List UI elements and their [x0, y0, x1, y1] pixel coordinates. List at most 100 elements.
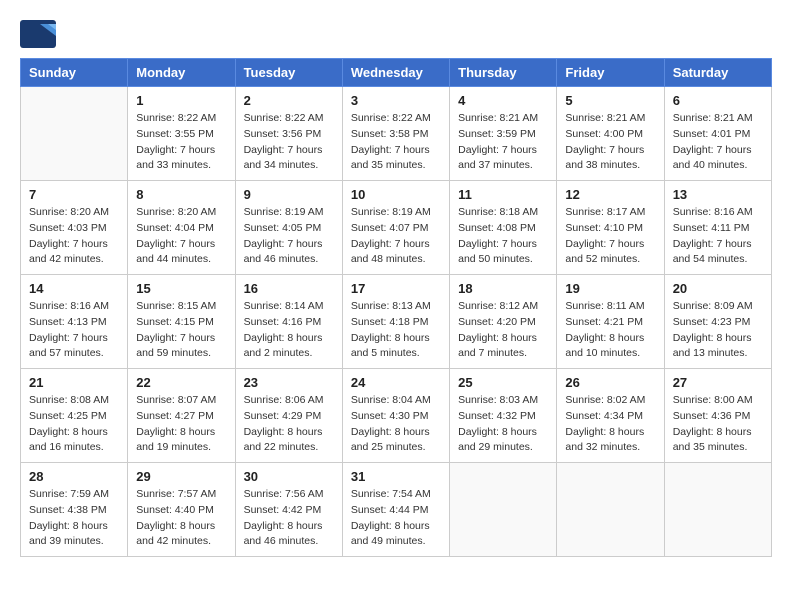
day-info: Sunrise: 8:18 AM Sunset: 4:08 PM Dayligh… [458, 205, 548, 268]
calendar-cell: 1 Sunrise: 8:22 AM Sunset: 3:55 PM Daylig… [128, 87, 235, 181]
calendar-cell: 9 Sunrise: 8:19 AM Sunset: 4:05 PM Daylig… [235, 181, 342, 275]
day-info: Sunrise: 8:19 AM Sunset: 4:07 PM Dayligh… [351, 205, 441, 268]
day-number: 18 [458, 281, 548, 296]
calendar-cell: 15 Sunrise: 8:15 AM Sunset: 4:15 PM Dayli… [128, 275, 235, 369]
calendar-cell: 2 Sunrise: 8:22 AM Sunset: 3:56 PM Daylig… [235, 87, 342, 181]
calendar-cell: 16Sunrise: 8:14 AM Sunset: 4:16 PM Dayli… [235, 275, 342, 369]
calendar-cell: 22 Sunrise: 8:07 AM Sunset: 4:27 PM Dayli… [128, 369, 235, 463]
day-info: Sunrise: 8:13 AM Sunset: 4:18 PM Dayligh… [351, 299, 441, 362]
day-info: Sunrise: 8:22 AM Sunset: 3:58 PM Dayligh… [351, 111, 441, 174]
day-info: Sunrise: 7:54 AM Sunset: 4:44 PM Dayligh… [351, 487, 441, 550]
day-info: Sunrise: 8:00 AM Sunset: 4:36 PM Dayligh… [673, 393, 763, 456]
day-number: 30 [244, 469, 334, 484]
calendar-cell: 21 Sunrise: 8:08 AM Sunset: 4:25 PM Dayli… [21, 369, 128, 463]
day-info: Sunrise: 8:19 AM Sunset: 4:05 PM Dayligh… [244, 205, 334, 268]
day-info: Sunrise: 8:16 AM Sunset: 4:11 PM Dayligh… [673, 205, 763, 268]
day-info: Sunrise: 8:03 AM Sunset: 4:32 PM Dayligh… [458, 393, 548, 456]
calendar-cell: 14 Sunrise: 8:16 AM Sunset: 4:13 PM Dayli… [21, 275, 128, 369]
day-number: 3 [351, 93, 441, 108]
day-info: Sunrise: 8:22 AM Sunset: 3:56 PM Dayligh… [244, 111, 334, 174]
calendar-cell: 5 Sunrise: 8:21 AM Sunset: 4:00 PM Daylig… [557, 87, 664, 181]
day-info: Sunrise: 8:15 AM Sunset: 4:15 PM Dayligh… [136, 299, 226, 362]
calendar-cell: 20 Sunrise: 8:09 AM Sunset: 4:23 PM Dayli… [664, 275, 771, 369]
calendar-week-row: 28 Sunrise: 7:59 AM Sunset: 4:38 PM Dayli… [21, 463, 772, 557]
day-number: 26 [565, 375, 655, 390]
calendar-cell [664, 463, 771, 557]
day-number: 13 [673, 187, 763, 202]
day-info: Sunrise: 8:06 AM Sunset: 4:29 PM Dayligh… [244, 393, 334, 456]
calendar-cell: 25 Sunrise: 8:03 AM Sunset: 4:32 PM Dayli… [450, 369, 557, 463]
day-info: Sunrise: 8:22 AM Sunset: 3:55 PM Dayligh… [136, 111, 226, 174]
day-info: Sunrise: 8:04 AM Sunset: 4:30 PM Dayligh… [351, 393, 441, 456]
day-number: 9 [244, 187, 334, 202]
day-info: Sunrise: 8:17 AM Sunset: 4:10 PM Dayligh… [565, 205, 655, 268]
calendar-cell: 28 Sunrise: 7:59 AM Sunset: 4:38 PM Dayli… [21, 463, 128, 557]
day-number: 25 [458, 375, 548, 390]
day-info: Sunrise: 8:12 AM Sunset: 4:20 PM Dayligh… [458, 299, 548, 362]
day-number: 27 [673, 375, 763, 390]
day-number: 29 [136, 469, 226, 484]
day-info: Sunrise: 7:59 AM Sunset: 4:38 PM Dayligh… [29, 487, 119, 550]
calendar-week-row: 1 Sunrise: 8:22 AM Sunset: 3:55 PM Daylig… [21, 87, 772, 181]
day-number: 10 [351, 187, 441, 202]
day-number: 22 [136, 375, 226, 390]
header-day: Tuesday [235, 59, 342, 87]
calendar-week-row: 21 Sunrise: 8:08 AM Sunset: 4:25 PM Dayli… [21, 369, 772, 463]
day-info: Sunrise: 8:08 AM Sunset: 4:25 PM Dayligh… [29, 393, 119, 456]
header-row: SundayMondayTuesdayWednesdayThursdayFrid… [21, 59, 772, 87]
day-number: 17 [351, 281, 441, 296]
calendar-cell: 8Sunrise: 8:20 AM Sunset: 4:04 PM Daylig… [128, 181, 235, 275]
day-info: Sunrise: 8:20 AM Sunset: 4:03 PM Dayligh… [29, 205, 119, 268]
header-day: Wednesday [342, 59, 449, 87]
calendar-cell: 27 Sunrise: 8:00 AM Sunset: 4:36 PM Dayli… [664, 369, 771, 463]
day-number: 5 [565, 93, 655, 108]
day-info: Sunrise: 7:57 AM Sunset: 4:40 PM Dayligh… [136, 487, 226, 550]
day-number: 2 [244, 93, 334, 108]
calendar-table: SundayMondayTuesdayWednesdayThursdayFrid… [20, 58, 772, 557]
day-info: Sunrise: 8:21 AM Sunset: 4:00 PM Dayligh… [565, 111, 655, 174]
header-day: Monday [128, 59, 235, 87]
day-number: 21 [29, 375, 119, 390]
day-info: Sunrise: 8:09 AM Sunset: 4:23 PM Dayligh… [673, 299, 763, 362]
header-day: Thursday [450, 59, 557, 87]
day-number: 20 [673, 281, 763, 296]
day-number: 16 [244, 281, 334, 296]
page-header [20, 20, 772, 48]
day-number: 11 [458, 187, 548, 202]
day-number: 15 [136, 281, 226, 296]
calendar-cell: 13 Sunrise: 8:16 AM Sunset: 4:11 PM Dayli… [664, 181, 771, 275]
day-number: 1 [136, 93, 226, 108]
calendar-cell [21, 87, 128, 181]
calendar-cell: 18 Sunrise: 8:12 AM Sunset: 4:20 PM Dayli… [450, 275, 557, 369]
calendar-cell: 6 Sunrise: 8:21 AM Sunset: 4:01 PM Daylig… [664, 87, 771, 181]
logo-icon [20, 20, 56, 48]
calendar-cell: 30 Sunrise: 7:56 AM Sunset: 4:42 PM Dayli… [235, 463, 342, 557]
day-number: 12 [565, 187, 655, 202]
header-day: Friday [557, 59, 664, 87]
calendar-cell [557, 463, 664, 557]
calendar-cell: 10 Sunrise: 8:19 AM Sunset: 4:07 PM Dayli… [342, 181, 449, 275]
day-info: Sunrise: 8:21 AM Sunset: 4:01 PM Dayligh… [673, 111, 763, 174]
calendar-cell: 29 Sunrise: 7:57 AM Sunset: 4:40 PM Dayli… [128, 463, 235, 557]
calendar-cell: 26 Sunrise: 8:02 AM Sunset: 4:34 PM Dayli… [557, 369, 664, 463]
calendar-cell: 24Sunrise: 8:04 AM Sunset: 4:30 PM Dayli… [342, 369, 449, 463]
day-info: Sunrise: 8:21 AM Sunset: 3:59 PM Dayligh… [458, 111, 548, 174]
day-number: 28 [29, 469, 119, 484]
day-number: 14 [29, 281, 119, 296]
day-info: Sunrise: 7:56 AM Sunset: 4:42 PM Dayligh… [244, 487, 334, 550]
calendar-cell [450, 463, 557, 557]
day-info: Sunrise: 8:02 AM Sunset: 4:34 PM Dayligh… [565, 393, 655, 456]
day-number: 31 [351, 469, 441, 484]
calendar-week-row: 14 Sunrise: 8:16 AM Sunset: 4:13 PM Dayli… [21, 275, 772, 369]
calendar-cell: 19Sunrise: 8:11 AM Sunset: 4:21 PM Dayli… [557, 275, 664, 369]
calendar-cell: 3 Sunrise: 8:22 AM Sunset: 3:58 PM Daylig… [342, 87, 449, 181]
day-number: 7 [29, 187, 119, 202]
calendar-cell: 4Sunrise: 8:21 AM Sunset: 3:59 PM Daylig… [450, 87, 557, 181]
header-day: Sunday [21, 59, 128, 87]
day-info: Sunrise: 8:16 AM Sunset: 4:13 PM Dayligh… [29, 299, 119, 362]
calendar-cell: 17 Sunrise: 8:13 AM Sunset: 4:18 PM Dayli… [342, 275, 449, 369]
day-info: Sunrise: 8:07 AM Sunset: 4:27 PM Dayligh… [136, 393, 226, 456]
day-number: 19 [565, 281, 655, 296]
calendar-week-row: 7 Sunrise: 8:20 AM Sunset: 4:03 PM Daylig… [21, 181, 772, 275]
day-number: 6 [673, 93, 763, 108]
